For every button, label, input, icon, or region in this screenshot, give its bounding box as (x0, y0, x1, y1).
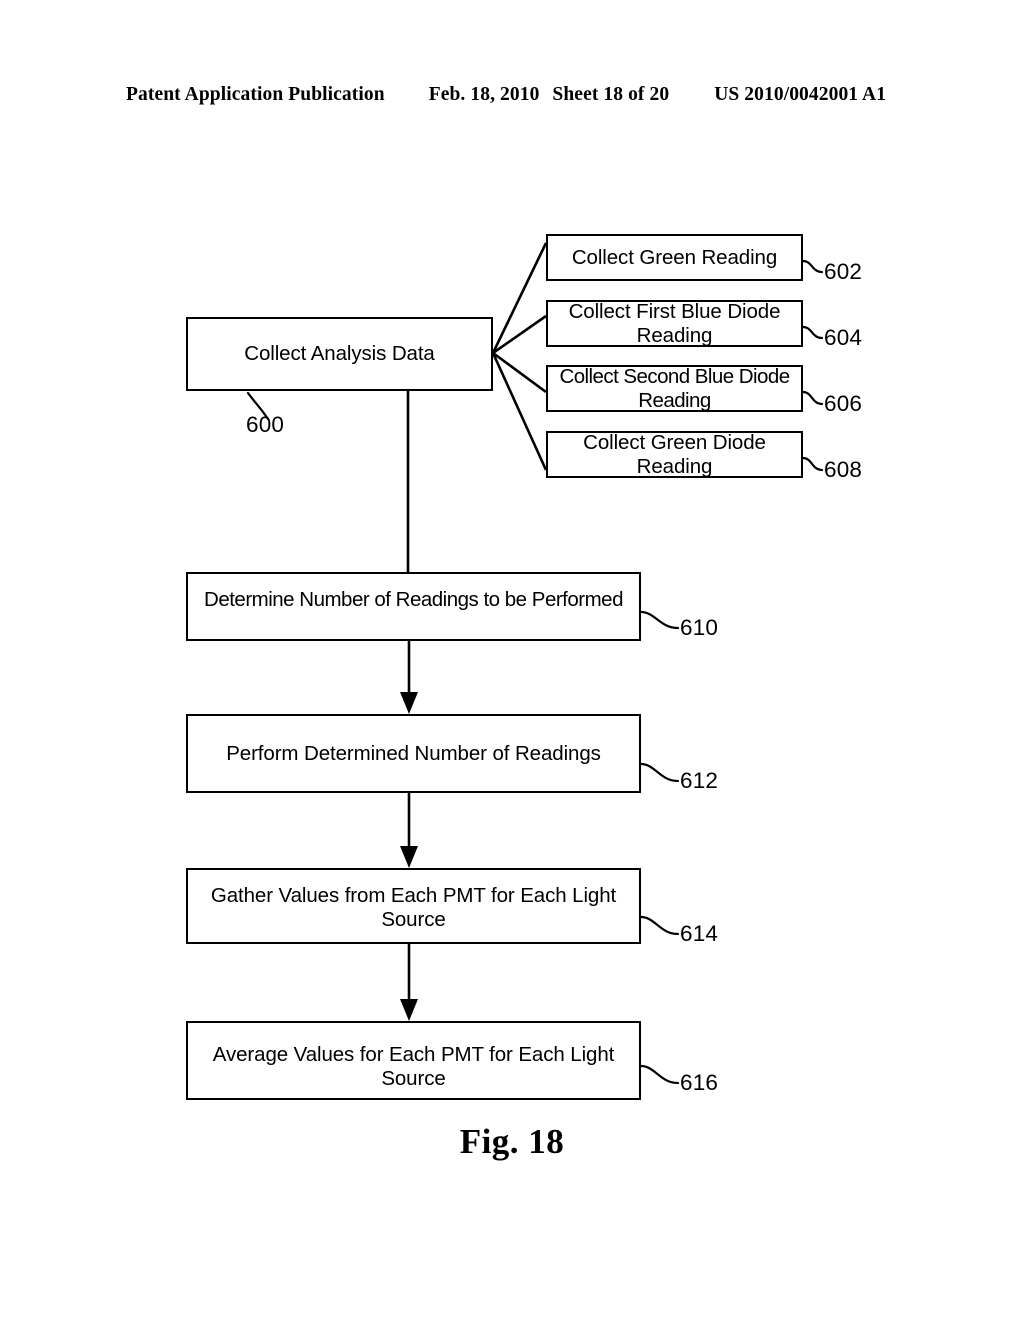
process-box-average-values[interactable]: Average Values for Each PMT for Each Lig… (186, 1021, 641, 1100)
leader-616 (639, 1064, 680, 1085)
connector-600-to-608 (491, 352, 548, 471)
reference-numeral-600: 600 (246, 412, 285, 437)
figure-caption: Fig. 18 (459, 1122, 565, 1161)
process-box-label: Collect Green Reading (571, 245, 778, 269)
reference-numeral-608: 608 (824, 457, 863, 482)
reference-numeral-606: 606 (824, 391, 863, 416)
reference-numeral-604: 604 (824, 325, 863, 350)
process-box-label: Average Values for Each PMT for Each Lig… (212, 1043, 615, 1090)
process-box-gather-values[interactable]: Gather Values from Each PMT for Each Lig… (186, 868, 641, 944)
leader-614 (639, 915, 680, 936)
leader-608 (801, 456, 824, 472)
leader-602 (801, 259, 824, 274)
process-box-collect-second-blue-diode-reading[interactable]: Collect Second Blue Diode Reading (546, 365, 803, 412)
process-box-collect-first-blue-diode-reading[interactable]: Collect First Blue Diode Reading (546, 300, 803, 347)
reference-numeral-602: 602 (824, 259, 863, 284)
reference-numeral-610: 610 (680, 615, 719, 640)
reference-numeral-616: 616 (680, 1070, 719, 1095)
reference-numeral-614: 614 (680, 921, 719, 946)
arrowhead-612-614 (400, 846, 418, 868)
process-box-collect-green-reading[interactable]: Collect Green Reading (546, 234, 803, 281)
connector-600-to-602 (491, 242, 548, 354)
process-box-collect-analysis-data[interactable]: Collect Analysis Data (186, 317, 493, 391)
process-box-label: Collect Green Diode Reading (583, 430, 766, 478)
leader-612 (639, 762, 680, 783)
process-box-label: Collect Second Blue Diode Reading (559, 364, 790, 412)
process-box-determine-number-of-readings[interactable]: Determine Number of Readings to be Perfo… (186, 572, 641, 641)
process-box-label: Collect Analysis Data (244, 342, 435, 365)
leader-604 (801, 325, 824, 340)
reference-numeral-612: 612 (680, 768, 719, 793)
arrowhead-610-612 (400, 692, 418, 714)
arrowhead-614-616 (400, 999, 418, 1021)
process-box-label: Collect First Blue Diode Reading (568, 299, 781, 347)
process-box-label: Gather Values from Each PMT for Each Lig… (210, 884, 617, 931)
leader-606 (801, 390, 824, 406)
process-box-collect-green-diode-reading[interactable]: Collect Green Diode Reading (546, 431, 803, 478)
leader-610 (639, 610, 680, 630)
process-box-label: Perform Determined Number of Readings (226, 741, 601, 765)
process-box-label: Determine Number of Readings to be Perfo… (204, 588, 623, 611)
process-box-perform-determined-number-of-readings[interactable]: Perform Determined Number of Readings (186, 714, 641, 793)
